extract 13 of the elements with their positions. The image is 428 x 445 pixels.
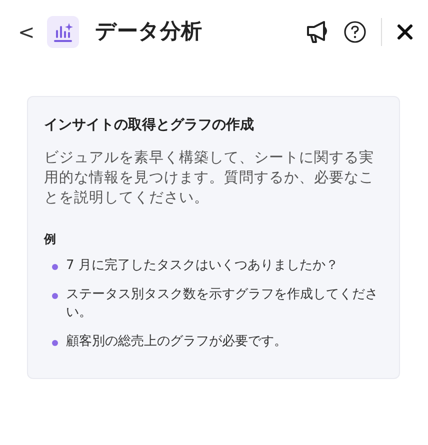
example-prompt: ステータス別タスク数を示すグラフを作成してください。 [66,286,379,322]
back-button[interactable]: < [14,22,39,42]
bullet-dot [52,340,58,346]
example-prompt: 7 月に完了したタスクはいくつありましたか？ [66,257,338,275]
bullet-dot [52,293,58,299]
examples-label: 例 [44,231,57,248]
card-heading: インサイトの取得とグラフの作成 [44,116,255,135]
chart-icon [46,16,79,48]
panel-title: データ分析 [94,18,202,46]
bullet-dot [52,264,58,270]
example-prompt: 顧客別の総売上のグラフが必要です。 [66,333,287,351]
card-description: ビジュアルを素早く構築して、シートに関する実用的な情報を見つけます。質問するか、必要なことを説明してください。 [44,148,375,208]
help-icon[interactable] [341,18,369,46]
